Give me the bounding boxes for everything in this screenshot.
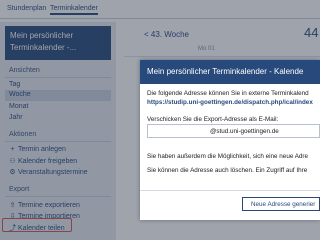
dialog-footer-divider xyxy=(140,190,320,191)
generate-new-address-button[interactable]: Neue Adresse generier xyxy=(242,197,320,211)
dialog-text-email: Verschicken Sie die Export-Adresse als E… xyxy=(147,116,279,123)
email-value: @stud.uni-goettingen.de xyxy=(210,128,279,135)
dialog-text-delete: Sie können die Adresse auch löschen. Ein… xyxy=(147,167,308,174)
share-calendar-dialog: Mein persönlicher Terminkalender - Kalen… xyxy=(140,60,320,220)
dialog-text-intro: Die folgende Adresse können Sie in exter… xyxy=(147,90,309,97)
button-label: Neue Adresse generier xyxy=(251,201,316,208)
dialog-titlebar: Mein persönlicher Terminkalender - Kalen… xyxy=(140,60,320,84)
email-field[interactable]: @stud.uni-goettingen.de xyxy=(147,124,320,138)
dialog-text-new-address: Sie haben außerdem die Möglichkeit, sich… xyxy=(147,153,309,160)
ical-url-link[interactable]: https://studip.uni-goettingen.de/dispatc… xyxy=(147,99,313,106)
dialog-title: Mein persönlicher Terminkalender - Kalen… xyxy=(147,67,304,76)
